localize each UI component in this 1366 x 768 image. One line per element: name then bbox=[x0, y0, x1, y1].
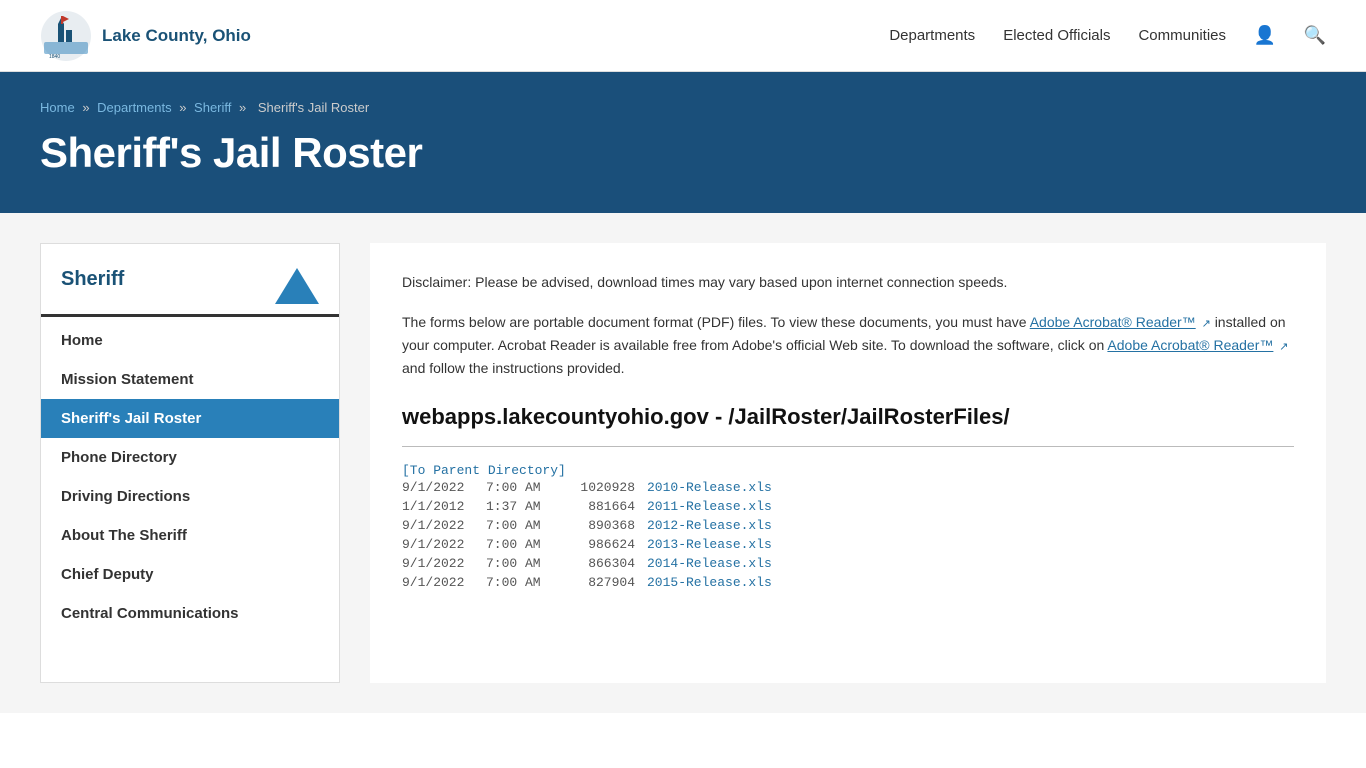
file-date: 9/1/2022 bbox=[402, 480, 482, 495]
content-divider bbox=[402, 446, 1294, 447]
sidebar-header: Sheriff bbox=[41, 268, 339, 317]
file-size: 881664 bbox=[555, 499, 635, 514]
breadcrumb-home[interactable]: Home bbox=[40, 100, 75, 115]
pdf-note-3: and follow the instructions provided. bbox=[402, 360, 625, 376]
adobe-link-2[interactable]: Adobe Acrobat® Reader™ bbox=[1107, 337, 1273, 353]
person-icon[interactable]: 👤 bbox=[1254, 25, 1276, 47]
file-link[interactable]: 2011-Release.xls bbox=[647, 499, 772, 514]
file-date: 1/1/2012 bbox=[402, 499, 482, 514]
file-rows-container: 9/1/2022 7:00 AM 1020928 2010-Release.xl… bbox=[402, 478, 1294, 592]
hero-banner: Home » Departments » Sheriff » Sheriff's… bbox=[0, 72, 1366, 213]
logo-area: 1840 Lake County, Ohio bbox=[40, 10, 251, 62]
file-date: 9/1/2022 bbox=[402, 575, 482, 590]
breadcrumb-sep-3: » bbox=[239, 100, 250, 115]
file-size: 866304 bbox=[555, 556, 635, 571]
file-time: 7:00 AM bbox=[486, 575, 551, 590]
external-icon-1: ↗ bbox=[1202, 316, 1211, 334]
logo-icon: 1840 bbox=[40, 10, 92, 62]
file-date: 9/1/2022 bbox=[402, 537, 482, 552]
nav-communities[interactable]: Communities bbox=[1138, 27, 1226, 44]
file-row: 9/1/2022 7:00 AM 1020928 2010-Release.xl… bbox=[402, 478, 1294, 497]
pdf-note: The forms below are portable document fo… bbox=[402, 311, 1294, 379]
file-row: 9/1/2022 7:00 AM 890368 2012-Release.xls bbox=[402, 516, 1294, 535]
logo-text: Lake County, Ohio bbox=[102, 26, 251, 46]
file-link[interactable]: 2013-Release.xls bbox=[647, 537, 772, 552]
sidebar-title: Sheriff bbox=[61, 268, 124, 291]
sidebar-item-0[interactable]: Home bbox=[41, 321, 339, 360]
file-link[interactable]: 2010-Release.xls bbox=[647, 480, 772, 495]
sidebar-item-6[interactable]: Chief Deputy bbox=[41, 555, 339, 594]
external-icon-2: ↗ bbox=[1279, 339, 1288, 357]
svg-text:1840: 1840 bbox=[49, 54, 60, 60]
breadcrumb-current: Sheriff's Jail Roster bbox=[258, 100, 369, 115]
sidebar: Sheriff HomeMission StatementSheriff's J… bbox=[40, 243, 340, 683]
main-content: Sheriff HomeMission StatementSheriff's J… bbox=[0, 213, 1366, 713]
search-icon[interactable]: 🔍 bbox=[1304, 25, 1326, 47]
sidebar-item-7[interactable]: Central Communications bbox=[41, 594, 339, 633]
file-row: 9/1/2022 7:00 AM 866304 2014-Release.xls bbox=[402, 554, 1294, 573]
sidebar-arrow-icon bbox=[275, 268, 319, 304]
file-time: 7:00 AM bbox=[486, 537, 551, 552]
file-time: 7:00 AM bbox=[486, 518, 551, 533]
file-size: 827904 bbox=[555, 575, 635, 590]
file-size: 986624 bbox=[555, 537, 635, 552]
nav-departments[interactable]: Departments bbox=[889, 27, 975, 44]
file-time: 7:00 AM bbox=[486, 556, 551, 571]
sidebar-item-3[interactable]: Phone Directory bbox=[41, 438, 339, 477]
sidebar-nav: HomeMission StatementSheriff's Jail Rost… bbox=[41, 321, 339, 633]
parent-dir-link[interactable]: [To Parent Directory] bbox=[402, 463, 566, 478]
breadcrumb-departments[interactable]: Departments bbox=[97, 100, 171, 115]
breadcrumb-sheriff[interactable]: Sheriff bbox=[194, 100, 231, 115]
file-link[interactable]: 2015-Release.xls bbox=[647, 575, 772, 590]
file-time: 1:37 AM bbox=[486, 499, 551, 514]
file-date: 9/1/2022 bbox=[402, 556, 482, 571]
sidebar-item-2[interactable]: Sheriff's Jail Roster bbox=[41, 399, 339, 438]
breadcrumb: Home » Departments » Sheriff » Sheriff's… bbox=[40, 100, 1326, 115]
file-server-heading: webapps.lakecountyohio.gov - /JailRoster… bbox=[402, 403, 1294, 432]
adobe-link-1[interactable]: Adobe Acrobat® Reader™ bbox=[1030, 314, 1196, 330]
nav-elected-officials[interactable]: Elected Officials bbox=[1003, 27, 1110, 44]
main-nav: Departments Elected Officials Communitie… bbox=[889, 25, 1326, 47]
breadcrumb-sep-1: » bbox=[82, 100, 93, 115]
file-listing: [To Parent Directory] 9/1/2022 7:00 AM 1… bbox=[402, 463, 1294, 592]
disclaimer-content: Disclaimer: Please be advised, download … bbox=[402, 274, 1007, 290]
file-link[interactable]: 2014-Release.xls bbox=[647, 556, 772, 571]
breadcrumb-sep-2: » bbox=[179, 100, 190, 115]
file-link[interactable]: 2012-Release.xls bbox=[647, 518, 772, 533]
content-area: Disclaimer: Please be advised, download … bbox=[370, 243, 1326, 683]
sidebar-item-1[interactable]: Mission Statement bbox=[41, 360, 339, 399]
sidebar-item-4[interactable]: Driving Directions bbox=[41, 477, 339, 516]
site-header: 1840 Lake County, Ohio Departments Elect… bbox=[0, 0, 1366, 72]
page-title: Sheriff's Jail Roster bbox=[40, 129, 1326, 177]
file-row: 1/1/2012 1:37 AM 881664 2011-Release.xls bbox=[402, 497, 1294, 516]
file-row: 9/1/2022 7:00 AM 986624 2013-Release.xls bbox=[402, 535, 1294, 554]
file-time: 7:00 AM bbox=[486, 480, 551, 495]
file-size: 1020928 bbox=[555, 480, 635, 495]
sidebar-item-5[interactable]: About The Sheriff bbox=[41, 516, 339, 555]
disclaimer-text: Disclaimer: Please be advised, download … bbox=[402, 271, 1294, 293]
pdf-note-1: The forms below are portable document fo… bbox=[402, 314, 1027, 330]
file-row: 9/1/2022 7:00 AM 827904 2015-Release.xls bbox=[402, 573, 1294, 592]
file-size: 890368 bbox=[555, 518, 635, 533]
file-date: 9/1/2022 bbox=[402, 518, 482, 533]
